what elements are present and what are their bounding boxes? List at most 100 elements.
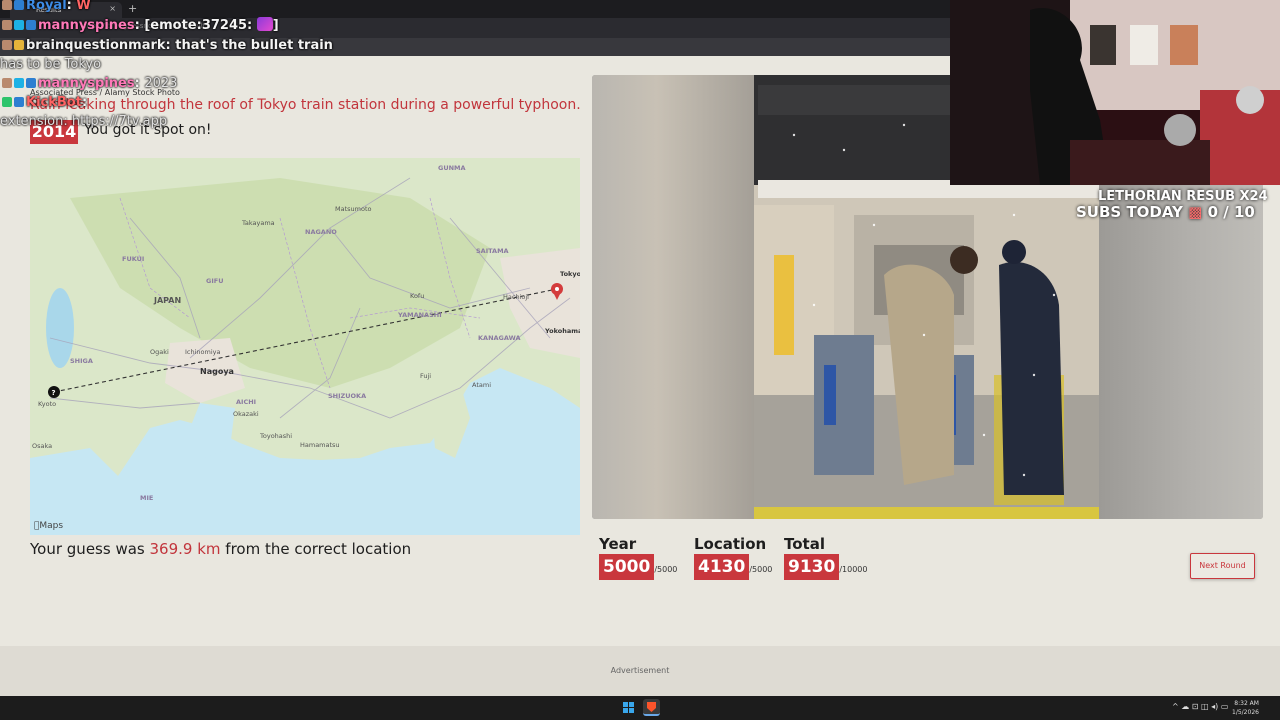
next-round-button[interactable]: Next Round bbox=[1190, 553, 1255, 579]
avatar bbox=[2, 40, 12, 50]
emote-icon bbox=[256, 17, 273, 31]
subs-count: 0 / 10 bbox=[1207, 203, 1255, 221]
subs-today-goal: SUBS TODAY ▩ 0 / 10 bbox=[1076, 203, 1255, 221]
streamer-webcam bbox=[950, 0, 1280, 185]
avatar bbox=[2, 20, 12, 30]
map-label-fuji: Fuji bbox=[420, 372, 431, 380]
chat-username: mannyspines bbox=[38, 76, 135, 91]
map-label-shiga: SHIGA bbox=[70, 357, 93, 365]
chat-message: has to be Tokyo bbox=[0, 57, 102, 72]
map-label-mie: MIE bbox=[140, 494, 153, 502]
map-label-atami: Atami bbox=[472, 381, 491, 389]
guess-pin-icon: ? bbox=[48, 386, 60, 398]
system-tray-icons[interactable]: ^ ☁ ⊡ ◫ ◂) ▭ bbox=[1172, 702, 1228, 711]
chat-username: brainquestionmark bbox=[26, 38, 166, 53]
map-label-ogaki: Ogaki bbox=[150, 348, 169, 356]
brave-browser-icon[interactable] bbox=[643, 699, 660, 716]
map-label-ichinomiya: Ichinomiya bbox=[185, 348, 220, 356]
izu-peninsula bbox=[430, 383, 470, 458]
webcam-image bbox=[950, 0, 1280, 185]
map-label-hachioji: Hachioji bbox=[503, 293, 529, 301]
browser-tab-bar: Results × + bbox=[0, 0, 950, 18]
verified-icon bbox=[14, 0, 24, 10]
distance-suffix: from the correct location bbox=[220, 540, 412, 558]
year-score-label: Year bbox=[599, 535, 637, 553]
total-score-label: Total bbox=[784, 535, 825, 553]
location-score-value: 4130 bbox=[694, 554, 750, 580]
location-score-max: /5000 bbox=[749, 565, 773, 574]
map-label-fukui: FUKUI bbox=[122, 255, 144, 263]
chat-line: has to be Tokyo bbox=[0, 57, 101, 72]
map-label-gunma: GUNMA bbox=[438, 164, 466, 172]
chat-separator: : bbox=[66, 0, 77, 13]
chat-message: extension: https://7tv.app bbox=[0, 114, 168, 129]
chat-line: mannyspines: [emote:37245: ] bbox=[2, 17, 279, 33]
chat-message: that's the bullet train bbox=[175, 38, 333, 53]
subs-today-label: SUBS TODAY bbox=[1076, 203, 1183, 221]
map-label-aichi: AICHI bbox=[236, 398, 256, 406]
chat-separator: : bbox=[81, 95, 88, 110]
map-label-kanagawa: KANAGAWA bbox=[478, 334, 521, 342]
total-score: Total 9130/10000 bbox=[784, 535, 867, 580]
taskbar bbox=[0, 696, 1280, 720]
distance-result: Your guess was 369.9 km from the correct… bbox=[30, 540, 411, 558]
gift-icon: ▩ bbox=[1188, 203, 1203, 221]
apple-maps-logo: Maps bbox=[34, 521, 63, 531]
new-tab-icon[interactable]: + bbox=[128, 2, 137, 15]
photo-caption: Rain leaking through the roof of Tokyo t… bbox=[30, 97, 581, 113]
chat-separator: : bbox=[134, 76, 145, 91]
location-score-label: Location bbox=[694, 535, 767, 553]
map-label-shizuoka: SHIZUOKA bbox=[328, 392, 366, 400]
year-score-max: /5000 bbox=[654, 565, 678, 574]
map-label-tokyo: Tokyo bbox=[560, 270, 580, 278]
map-label-nagano: NAGANO bbox=[305, 228, 337, 236]
svg-text:?: ? bbox=[52, 389, 56, 397]
map-label-kyoto: Kyoto bbox=[38, 400, 56, 408]
result-map[interactable]: GUNMA SAITAMA NAGANO FUKUI GIFU YAMANASH… bbox=[30, 158, 580, 535]
chat-separator: : bbox=[165, 38, 176, 53]
chat-username: KickBot bbox=[26, 95, 82, 110]
location-score: Location 4130/5000 bbox=[694, 535, 772, 580]
verified-icon bbox=[14, 78, 24, 88]
lake-biwa bbox=[46, 288, 74, 368]
clock-date: 1/5/2026 bbox=[1232, 709, 1259, 716]
chat-message: W bbox=[76, 0, 91, 13]
map-label-yamanashi: YAMANASHI bbox=[397, 311, 442, 319]
resub-alert: LETHORIAN RESUB X24 bbox=[1098, 189, 1268, 204]
map-label-okazaki: Okazaki bbox=[233, 410, 259, 418]
screen: Results × + https://timeguessr.com/round… bbox=[0, 0, 1280, 720]
map-label-japan: JAPAN bbox=[153, 296, 181, 305]
chat-line: Royal: W bbox=[2, 0, 91, 13]
total-score-max: /10000 bbox=[839, 565, 868, 574]
verified-icon bbox=[14, 20, 24, 30]
chat-line: mannyspines: 2023 bbox=[2, 76, 177, 91]
advertisement-label: Advertisement bbox=[610, 666, 670, 675]
taskbar-clock[interactable]: 8:32 AM 1/5/2026 bbox=[1232, 699, 1259, 717]
map-label-kofu: Kofu bbox=[410, 292, 424, 300]
chat-message: [emote:37245: bbox=[144, 18, 253, 33]
photo-blur-left bbox=[592, 75, 754, 519]
map-label-saitama: SAITAMA bbox=[476, 247, 509, 255]
map-label-osaka: Osaka bbox=[32, 442, 52, 450]
chat-message-suffix: ] bbox=[272, 18, 279, 33]
map-label-gifu: GIFU bbox=[206, 277, 223, 285]
map-label-takayama: Takayama bbox=[241, 219, 275, 227]
tab-close-icon[interactable]: × bbox=[109, 4, 116, 13]
crown-icon bbox=[14, 40, 24, 50]
chat-line: KickBot: bbox=[2, 95, 87, 110]
chat-line: brainquestionmark: that's the bullet tra… bbox=[2, 38, 333, 53]
clock-time: 8:32 AM bbox=[1234, 700, 1259, 707]
chat-line: extension: https://7tv.app bbox=[0, 114, 167, 129]
bot-icon bbox=[2, 97, 12, 107]
chat-message: 2023 bbox=[144, 76, 178, 91]
chat-username: Royal bbox=[26, 0, 67, 13]
avatar bbox=[2, 0, 12, 10]
total-score-value: 9130 bbox=[784, 554, 840, 580]
map-label-toyohashi: Toyohashi bbox=[259, 432, 292, 440]
distance-value: 369.9 km bbox=[149, 540, 221, 558]
map-canvas[interactable]: GUNMA SAITAMA NAGANO FUKUI GIFU YAMANASH… bbox=[30, 158, 580, 535]
map-label-yokohama: Yokohama bbox=[544, 327, 580, 335]
checkmark-icon bbox=[14, 97, 24, 107]
ise-bay bbox=[190, 403, 235, 458]
windows-start-icon[interactable] bbox=[623, 702, 635, 714]
